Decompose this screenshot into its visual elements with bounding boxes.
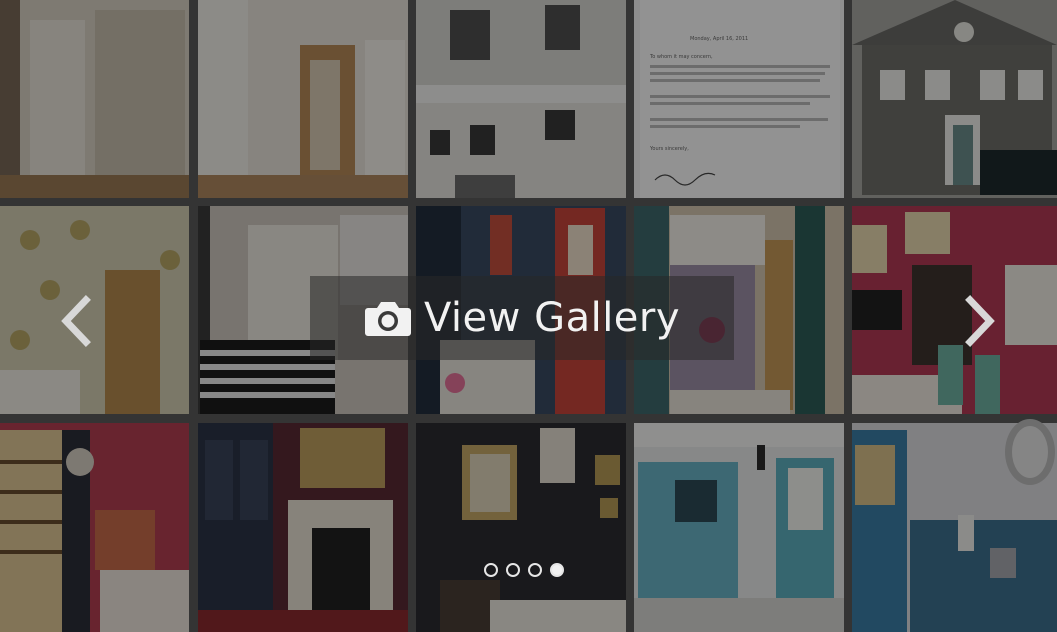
next-slide-button[interactable] xyxy=(960,294,1000,348)
photo-tile-blue-hall[interactable] xyxy=(852,419,1057,632)
photo-tile-landing[interactable] xyxy=(198,0,408,198)
view-gallery-label: View Gallery xyxy=(423,295,681,341)
photo-tile-dark-hallway[interactable] xyxy=(416,423,626,632)
photo-tile-dining-room[interactable] xyxy=(852,206,1057,414)
view-gallery-button[interactable]: View Gallery xyxy=(310,276,734,360)
slide-dot-3[interactable] xyxy=(528,563,542,577)
prev-slide-button[interactable] xyxy=(58,294,98,348)
chevron-right-icon xyxy=(965,295,995,347)
gallery-stage: Monday, April 16, 2011 To whom it may co… xyxy=(0,0,1057,632)
chevron-left-icon xyxy=(61,295,91,347)
photo-tile-georgian-house[interactable] xyxy=(852,0,1057,198)
photo-tile-blue-doors[interactable] xyxy=(634,423,844,632)
camera-icon xyxy=(364,302,411,336)
slide-dot-2[interactable] xyxy=(506,563,520,577)
svg-text:To whom it may concern,: To whom it may concern, xyxy=(649,54,713,60)
photo-tile-house-exterior[interactable] xyxy=(416,0,626,198)
svg-text:Yours sincerely,: Yours sincerely, xyxy=(649,146,689,152)
slide-pagination xyxy=(484,563,564,577)
photo-tile-letter[interactable]: Monday, April 16, 2011 To whom it may co… xyxy=(634,0,844,198)
svg-text:Monday, April 16, 2011: Monday, April 16, 2011 xyxy=(690,36,748,42)
photo-tile-hallway[interactable] xyxy=(0,0,189,198)
slide-dot-1[interactable] xyxy=(484,563,498,577)
slide-dot-4[interactable] xyxy=(550,563,564,577)
photo-tile-fireplace[interactable] xyxy=(198,423,408,632)
photo-tile-bookshelf-room[interactable] xyxy=(0,423,189,632)
